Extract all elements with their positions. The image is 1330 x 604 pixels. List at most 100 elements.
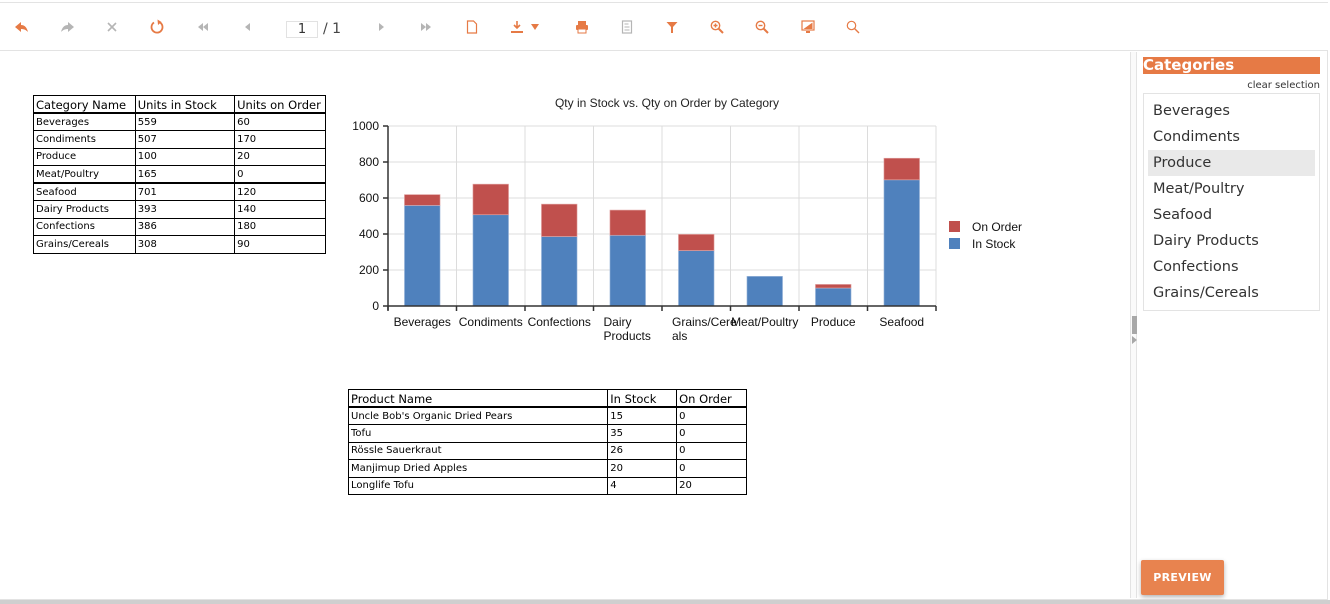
table-cell: Grains/Cereals xyxy=(33,235,136,254)
table-cell: Beverages xyxy=(33,112,136,131)
preview-button[interactable]: PREVIEW xyxy=(1141,560,1224,595)
fullscreen-button[interactable] xyxy=(798,17,818,37)
table-row: Confections 386 180 xyxy=(33,217,326,236)
table-row: Longlife Tofu 4 20 xyxy=(347,476,747,495)
category-option[interactable]: Condiments xyxy=(1148,124,1315,150)
category-option[interactable]: Produce xyxy=(1148,150,1315,176)
prev-page-button[interactable] xyxy=(238,17,258,37)
x-tick-label: Products xyxy=(604,329,651,343)
table-cell: 507 xyxy=(134,130,236,149)
table-row: Rössle Sauerkraut 26 0 xyxy=(347,441,747,460)
legend-swatch-on-order xyxy=(949,221,960,232)
table-row: Beverages 559 60 xyxy=(33,112,326,131)
print-layout-button[interactable] xyxy=(617,17,637,37)
page-layout-icon xyxy=(621,20,633,34)
category-option[interactable]: Confections xyxy=(1148,254,1315,280)
table-row: Produce 100 20 xyxy=(33,147,326,166)
print-button[interactable] xyxy=(572,17,592,37)
table-row: Grains/Cereals 308 90 xyxy=(33,235,326,254)
table-cell: Confections xyxy=(33,217,136,236)
last-page-button[interactable] xyxy=(416,17,436,37)
table-cell: 26 xyxy=(607,441,678,460)
category-table: Category Name Units in Stock Units on Or… xyxy=(33,95,326,254)
categories-listbox[interactable]: Beverages Condiments Produce Meat/Poultry Se… xyxy=(1143,93,1320,311)
category-option[interactable]: Meat/Poultry xyxy=(1148,176,1315,202)
table-cell: 386 xyxy=(134,217,236,236)
bar-on-order xyxy=(541,203,578,237)
next-page-button[interactable] xyxy=(371,17,391,37)
page-number-input[interactable] xyxy=(286,21,318,38)
back-button[interactable] xyxy=(12,17,32,37)
x-tick-label: Seafood xyxy=(879,315,924,329)
table-cell: 170 xyxy=(234,130,326,149)
table-cell: Rössle Sauerkraut xyxy=(347,441,609,460)
y-tick-label: 600 xyxy=(359,191,379,205)
bar-in-stock xyxy=(678,250,715,307)
clear-selection-link[interactable]: clear selection xyxy=(1247,80,1320,91)
table-row: Seafood 701 120 xyxy=(33,182,326,201)
table-header-row: Category Name Units in Stock Units on Or… xyxy=(33,95,326,114)
parameters-button[interactable] xyxy=(662,17,682,37)
export-button[interactable] xyxy=(507,17,543,37)
zoom-out-button[interactable] xyxy=(752,17,772,37)
table-cell: Manjimup Dried Apples xyxy=(347,459,609,478)
y-tick-label: 0 xyxy=(372,299,379,313)
legend-label: In Stock xyxy=(972,237,1016,251)
category-option[interactable]: Beverages xyxy=(1148,98,1315,124)
table-cell: 165 xyxy=(134,165,236,184)
page-setup-button[interactable] xyxy=(462,17,482,37)
table-cell: 20 xyxy=(676,476,747,495)
table-cell: 0 xyxy=(676,441,747,460)
first-page-button[interactable] xyxy=(193,17,213,37)
table-cell: 120 xyxy=(234,182,326,201)
bar-on-order xyxy=(404,194,441,206)
table-cell: Tofu xyxy=(347,424,609,443)
search-button[interactable] xyxy=(843,17,863,37)
legend-label: On Order xyxy=(972,220,1022,234)
download-icon xyxy=(511,21,523,33)
printer-icon xyxy=(576,21,588,34)
legend-swatch-in-stock xyxy=(949,238,960,249)
table-cell: 701 xyxy=(134,182,236,201)
table-cell: Dairy Products xyxy=(33,200,136,219)
bar-on-order xyxy=(678,234,715,251)
x-tick-label: Confections xyxy=(528,315,591,329)
refresh-icon xyxy=(150,19,164,34)
table-row: Condiments 507 170 xyxy=(33,130,326,149)
x-tick-label: Condiments xyxy=(459,315,523,329)
x-tick-label: Grains/Cere xyxy=(672,315,737,329)
zoom-out-icon xyxy=(755,20,769,34)
monitor-icon xyxy=(801,20,815,33)
panel-splitter[interactable] xyxy=(1130,52,1137,598)
y-tick-label: 400 xyxy=(359,227,379,241)
bar-on-order xyxy=(815,284,852,289)
horizontal-scrollbar[interactable] xyxy=(0,600,1330,604)
prev-page-icon xyxy=(245,23,250,31)
bar-in-stock xyxy=(609,234,646,307)
bar-on-order xyxy=(883,157,920,181)
last-page-icon xyxy=(421,23,431,31)
table-cell: 100 xyxy=(134,147,236,166)
column-header: Product Name xyxy=(347,389,609,408)
chart-title: Qty in Stock vs. Qty on Order by Categor… xyxy=(555,96,779,110)
table-cell: 0 xyxy=(676,406,747,425)
stop-button[interactable] xyxy=(102,17,122,37)
dropdown-caret-icon xyxy=(531,24,539,30)
table-cell: 20 xyxy=(234,147,326,166)
category-option[interactable]: Dairy Products xyxy=(1148,228,1315,254)
y-tick-label: 1000 xyxy=(352,119,379,133)
column-header: Category Name xyxy=(33,95,136,114)
table-cell: 35 xyxy=(607,424,678,443)
refresh-button[interactable] xyxy=(147,17,167,37)
page-total: / 1 xyxy=(323,21,342,37)
table-cell: Produce xyxy=(33,147,136,166)
x-tick-label: Produce xyxy=(811,315,856,329)
column-header: In Stock xyxy=(607,389,678,408)
column-header: Units in Stock xyxy=(134,95,236,114)
table-row: Meat/Poultry 165 0 xyxy=(33,165,326,184)
zoom-in-button[interactable] xyxy=(707,17,727,37)
category-option[interactable]: Seafood xyxy=(1148,202,1315,228)
forward-button[interactable] xyxy=(57,17,77,37)
table-row: Dairy Products 393 140 xyxy=(33,200,326,219)
category-option[interactable]: Grains/Cereals xyxy=(1148,280,1315,306)
